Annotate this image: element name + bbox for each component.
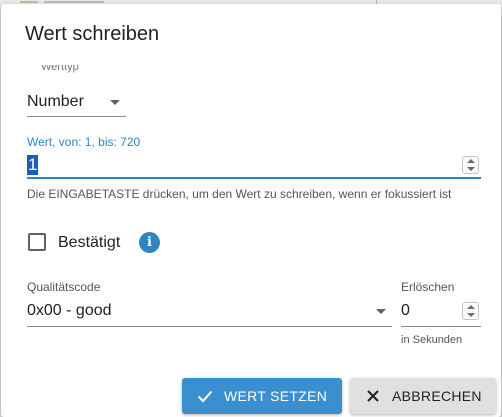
expire-helper-text: in Sekunden	[401, 334, 463, 346]
cancel-button[interactable]: ABBRECHEN	[350, 378, 496, 414]
quality-code-selected: 0x00 - good	[27, 302, 112, 319]
quality-code-label: Qualitätscode	[27, 280, 101, 294]
value-field-label: Wert, von: 1, bis: 720	[27, 135, 141, 149]
acknowledged-label[interactable]: Bestätigt	[58, 234, 120, 252]
set-value-button[interactable]: WERT SETZEN	[182, 378, 342, 414]
dialog-title: Wert schreiben	[25, 23, 160, 45]
chevron-down-icon	[110, 100, 120, 105]
background-decoration	[20, 1, 38, 3]
background-decoration	[44, 1, 104, 3]
stepper-down-icon[interactable]	[467, 167, 475, 171]
info-icon[interactable]: i	[139, 232, 160, 253]
acknowledged-checkbox[interactable]	[28, 233, 46, 251]
write-value-dialog: Wert schreiben Werttyp Number Wert, von:…	[1, 4, 501, 417]
quality-code-select[interactable]: 0x00 - good	[27, 297, 392, 327]
value-input-text: 1	[27, 155, 39, 175]
check-icon	[195, 386, 215, 406]
value-type-select[interactable]: Number	[27, 88, 126, 117]
stepper-down-icon[interactable]	[467, 313, 475, 317]
stepper-up-icon[interactable]	[467, 305, 475, 309]
expire-stepper[interactable]	[462, 302, 479, 320]
value-stepper[interactable]	[462, 156, 479, 174]
value-type-label-text: Werttyp	[41, 65, 79, 73]
cancel-label: ABBRECHEN	[392, 388, 482, 404]
set-value-label: WERT SETZEN	[224, 388, 328, 404]
expire-input[interactable]: 0	[401, 297, 481, 327]
expire-input-text: 0	[401, 302, 410, 319]
close-icon	[363, 386, 383, 406]
value-helper-text: Die EINGABETASTE drücken, um den Wert zu…	[27, 187, 452, 201]
value-type-selected: Number	[27, 93, 84, 110]
value-type-label: Werttyp	[41, 65, 79, 74]
expire-label: Erlöschen	[401, 280, 455, 294]
stepper-up-icon[interactable]	[467, 159, 475, 163]
value-input[interactable]: 1	[27, 153, 481, 179]
chevron-down-icon	[376, 309, 386, 314]
